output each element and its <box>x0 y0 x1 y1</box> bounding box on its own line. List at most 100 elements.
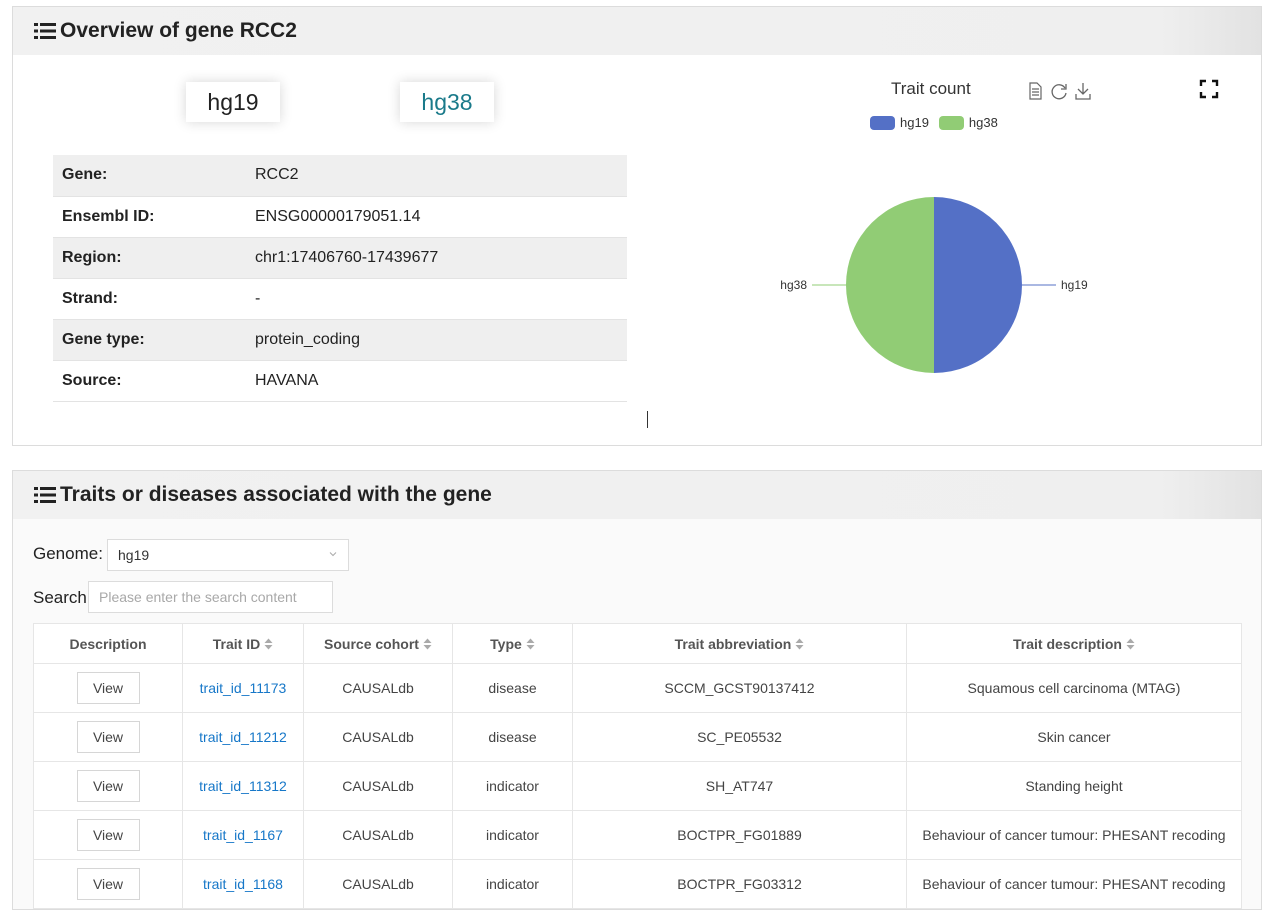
legend-item-hg19[interactable]: hg19 <box>870 115 929 130</box>
view-button[interactable]: View <box>76 868 140 900</box>
view-button[interactable]: View <box>76 672 140 704</box>
info-label: Strand: <box>62 289 118 307</box>
pie-slice-hg19[interactable] <box>934 197 1022 373</box>
type-cell: disease <box>452 663 573 713</box>
trait-description-cell: Squamous cell carcinoma (MTAG) <box>906 663 1242 713</box>
info-value: RCC2 <box>255 166 299 184</box>
gene-info-table: Gene: RCC2 Ensembl ID: ENSG00000179051.14 Re… <box>53 155 627 402</box>
trait-id-cell: trait_id_11212 <box>182 712 304 762</box>
trait-id-cell: trait_id_1168 <box>182 859 304 909</box>
restore-icon[interactable] <box>1049 81 1069 101</box>
source-cohort-cell: CAUSALdb <box>303 663 453 713</box>
column-header-label: Source cohort <box>324 635 419 652</box>
panel-title: Overview of gene RCC2 <box>60 19 297 42</box>
column-header-label: Trait description <box>1013 635 1122 652</box>
source-cohort-cell: CAUSALdb <box>303 761 453 811</box>
sort-icon[interactable] <box>795 638 804 650</box>
pie-slice-hg38[interactable] <box>846 197 934 373</box>
source-cohort-cell: CAUSALdb <box>303 810 453 860</box>
tab-hg19[interactable]: hg19 <box>186 82 280 122</box>
view-button[interactable]: View <box>76 721 140 753</box>
text-cursor <box>647 411 648 428</box>
view-button[interactable]: View <box>76 770 140 802</box>
info-value: protein_coding <box>255 330 360 348</box>
table-row: View trait_id_1167 CAUSALdb indicator BOCTPR… <box>33 810 1242 860</box>
type-cell: indicator <box>452 859 573 909</box>
info-value: chr1:17406760-17439677 <box>255 248 439 266</box>
list-icon <box>34 487 56 503</box>
source-cohort-cell: CAUSALdb <box>303 712 453 762</box>
legend-label: hg19 <box>900 115 929 130</box>
sort-icon[interactable] <box>526 638 535 650</box>
trait-description-cell: Behaviour of cancer tumour: PHESANT reco… <box>906 859 1242 909</box>
legend-label: hg38 <box>968 115 998 130</box>
column-header-label: Description <box>69 635 147 652</box>
column-header[interactable]: Trait abbreviation <box>572 623 907 664</box>
tab-hg38[interactable]: hg38 <box>400 82 494 122</box>
column-header-label: Trait abbreviation <box>674 635 792 652</box>
info-label: Gene: <box>62 166 108 184</box>
type-cell: disease <box>452 712 573 762</box>
trait-description-cell: Behaviour of cancer tumour: PHESANT reco… <box>906 810 1242 860</box>
info-row: Strand: - <box>53 278 627 319</box>
table-row: View trait_id_11212 CAUSALdb disease SC_PE05… <box>33 712 1242 762</box>
description-cell: View <box>33 712 183 762</box>
genome-select[interactable]: hg19 <box>107 539 349 571</box>
fullscreen-icon[interactable] <box>1199 79 1219 99</box>
trait-id-link[interactable]: trait_id_1167 <box>203 827 283 843</box>
sort-icon[interactable] <box>423 638 432 650</box>
info-value: HAVANA <box>255 371 319 389</box>
panel-title: Traits or diseases associated with the g… <box>60 483 492 506</box>
type-cell: indicator <box>452 761 573 811</box>
trait-id-cell: trait_id_11173 <box>182 663 304 713</box>
sort-icon[interactable] <box>1126 638 1135 650</box>
description-cell: View <box>33 810 183 860</box>
pie-label: hg19 <box>1061 278 1088 292</box>
sort-icon[interactable] <box>264 638 273 650</box>
column-header[interactable]: Type <box>452 623 573 664</box>
info-row: Ensembl ID: ENSG00000179051.14 <box>53 196 627 237</box>
pie-label: hg38 <box>780 278 807 292</box>
column-header[interactable]: Trait description <box>906 623 1242 664</box>
legend-swatch <box>938 115 964 130</box>
genome-label: Genome: <box>33 544 103 563</box>
view-button[interactable]: View <box>76 819 140 851</box>
chart-toolbox <box>1025 81 1093 101</box>
info-label: Region: <box>62 248 122 266</box>
info-label: Ensembl ID: <box>62 207 155 225</box>
trait-id-cell: trait_id_11312 <box>182 761 304 811</box>
list-icon <box>34 23 56 39</box>
info-row: Gene: RCC2 <box>53 155 627 196</box>
trait-id-link[interactable]: trait_id_11312 <box>199 778 287 794</box>
info-label: Gene type: <box>62 330 145 348</box>
trait-description-cell: Skin cancer <box>906 712 1242 762</box>
chevron-down-icon <box>329 552 337 557</box>
column-header[interactable]: Source cohort <box>303 623 453 664</box>
info-label: Source: <box>62 371 122 389</box>
trait-abbreviation-cell: SH_AT747 <box>572 761 907 811</box>
search-input[interactable] <box>88 581 333 613</box>
trait-count-pie-chart: hg19 hg38 <box>780 197 1088 373</box>
trait-id-link[interactable]: trait_id_1168 <box>203 876 283 892</box>
trait-id-cell: trait_id_1167 <box>182 810 304 860</box>
column-header-label: Trait ID <box>212 635 261 652</box>
column-header[interactable]: Trait ID <box>182 623 304 664</box>
info-row: Source: HAVANA <box>53 360 627 401</box>
trait-abbreviation-cell: SC_PE05532 <box>572 712 907 762</box>
trait-abbreviation-cell: SCCM_GCST90137412 <box>572 663 907 713</box>
source-cohort-cell: CAUSALdb <box>303 859 453 909</box>
trait-id-link[interactable]: trait_id_11212 <box>199 729 287 745</box>
description-cell: View <box>33 761 183 811</box>
panel-header: Overview of gene RCC2 <box>13 7 1261 55</box>
trait-abbreviation-cell: BOCTPR_FG01889 <box>572 810 907 860</box>
data-view-icon[interactable] <box>1025 81 1045 101</box>
table-row: View trait_id_11173 CAUSALdb disease SCCM_GC… <box>33 663 1242 713</box>
type-cell: indicator <box>452 810 573 860</box>
traits-table: Description Trait ID Source cohort Type Trai… <box>33 623 1242 909</box>
legend-item-hg38[interactable]: hg38 <box>938 115 998 130</box>
chart-title: Trait count <box>891 79 971 98</box>
trait-id-link[interactable]: trait_id_11173 <box>200 680 287 696</box>
save-image-icon[interactable] <box>1073 81 1093 101</box>
trait-description-cell: Standing height <box>906 761 1242 811</box>
info-row: Region: chr1:17406760-17439677 <box>53 237 627 278</box>
